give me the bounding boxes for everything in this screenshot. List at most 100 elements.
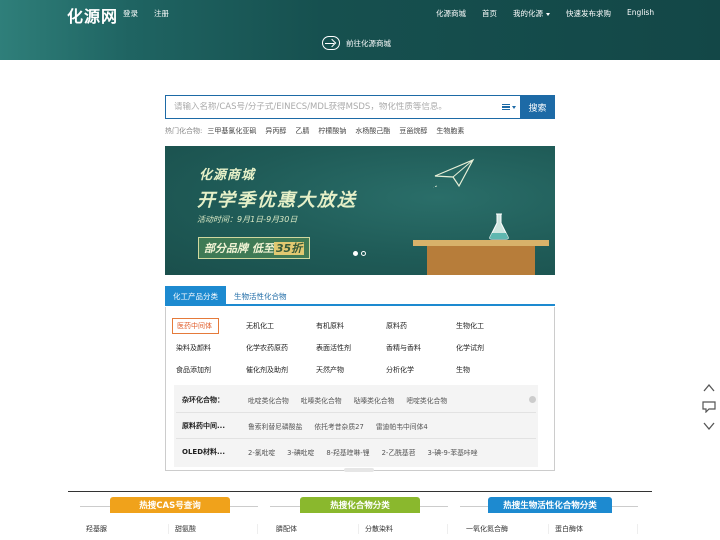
subcategory-link[interactable]: 3-碘吡啶 [287, 447, 314, 457]
category-item[interactable]: 生物化工 [450, 321, 520, 331]
hot-compound-link[interactable]: 水杨酸己酯 [355, 126, 390, 136]
hot-compound-link[interactable]: 豆甾烷醇 [399, 126, 427, 136]
search-button[interactable]: 搜索 [520, 95, 555, 119]
search-bar: 搜索 [165, 95, 555, 119]
subcategory-link[interactable]: 嘧啶类化合物 [406, 395, 447, 405]
category-item[interactable]: 生物 [450, 365, 520, 375]
hot-category-link[interactable]: 分散染料 [359, 524, 448, 534]
hot-bioactive-link[interactable]: 一氧化氮合酶 [460, 524, 549, 534]
feedback-icon[interactable] [702, 401, 716, 413]
hot-compounds: 热门化合物: 三甲基氯化亚砜 异丙醇 乙腈 柠檬酸钠 水杨酸己酯 豆甾烷醇 生物… [165, 126, 464, 136]
category-item[interactable]: 化学农药原药 [240, 343, 310, 353]
banner-tag-prefix: 部分品牌 低至 [204, 242, 274, 255]
subcategory-items: 鲁索利替尼磷酸盐 依托考昔杂质27 雷迪帕韦中间体4 [238, 421, 428, 431]
banner-title: 化源商城 [199, 168, 256, 183]
scroll-top-icon[interactable] [703, 382, 715, 394]
hot-category-row: 膦配体 分散染料 [270, 524, 448, 534]
subcategory-row: 杂环化合物： 吡啶类化合物 吡嗪类化合物 哒嗪类化合物 嘧啶类化合物 [176, 387, 536, 413]
hot-compounds-label: 热门化合物: [165, 127, 203, 135]
category-item[interactable]: 有机原料 [310, 321, 380, 331]
subcategory-link[interactable]: 吡啶类化合物 [248, 395, 289, 405]
category-item[interactable]: 食品添加剂 [170, 365, 240, 375]
login-link[interactable]: 登录 [123, 8, 138, 19]
subcategory-link[interactable]: 2-氯吡啶 [248, 447, 275, 457]
hot-compound-link[interactable]: 乙腈 [295, 126, 309, 136]
hot-compound-link[interactable]: 异丙醇 [265, 126, 286, 136]
search-type-dropdown[interactable] [498, 95, 520, 119]
paper-plane-icon [433, 158, 475, 188]
chevron-down-icon [546, 12, 550, 16]
category-item[interactable]: 医药中间体 [172, 318, 219, 334]
subcategory-title[interactable]: OLED材料... [176, 447, 238, 457]
list-icon [502, 104, 510, 110]
hot-search-section: 热搜CAS号查询 羟基脲 甜氨酸 热搜化合物分类 膦配体 分散染料 热搜生物活性… [68, 491, 652, 540]
hot-bioactive-row: 一氧化氮合酶 蛋白酶体 [460, 524, 638, 534]
hot-category-column: 热搜化合物分类 膦配体 分散染料 [270, 497, 448, 534]
search-input[interactable] [174, 102, 494, 112]
arrow-right-icon [322, 36, 340, 50]
subcategory-link[interactable]: 8-羟基喹啉-锂 [326, 447, 369, 457]
subcategory-items: 吡啶类化合物 吡嗪类化合物 哒嗪类化合物 嘧啶类化合物 [238, 395, 447, 405]
flask-icon [489, 213, 509, 240]
category-row: 染料及颜料 化学农药原药 表面活性剂 香精与香料 化学试剂 [170, 337, 550, 359]
nav-home[interactable]: 首页 [482, 8, 497, 19]
collapse-handle[interactable] [344, 468, 374, 472]
subcategory-title[interactable]: 杂环化合物： [176, 395, 238, 405]
nav-my-account[interactable]: 我的化源 [513, 8, 550, 19]
carousel-dot[interactable] [353, 251, 358, 256]
hot-bioactive-heading: 热搜生物活性化合物分类 [488, 497, 612, 513]
subcategory-list: 杂环化合物： 吡啶类化合物 吡嗪类化合物 哒嗪类化合物 嘧啶类化合物 原料药中间… [176, 387, 536, 465]
category-item[interactable]: 表面活性剂 [310, 343, 380, 353]
promo-banner[interactable]: 化源商城 开学季优惠大放送 活动时间：9月1日-9月30日 部分品牌 低至 35折 [165, 146, 555, 275]
category-item[interactable]: 香精与香料 [380, 343, 450, 353]
tab-bioactive-compounds[interactable]: 生物活性化合物 [226, 286, 295, 306]
go-to-mall-link[interactable]: 前往化源商城 [322, 36, 391, 50]
hot-category-link[interactable]: 膦配体 [270, 524, 359, 534]
category-tabs: 化工产品分类 生物活性化合物 [165, 286, 555, 306]
hot-category-heading: 热搜化合物分类 [300, 497, 420, 513]
site-logo[interactable]: 化源网 [67, 3, 118, 27]
register-link[interactable]: 注册 [154, 8, 169, 19]
expand-icon[interactable] [529, 396, 536, 403]
nav-my-account-label: 我的化源 [513, 9, 543, 18]
category-grid: 医药中间体 无机化工 有机原料 原料药 生物化工 染料及颜料 化学农药原药 表面… [170, 315, 550, 381]
subcategory-link[interactable]: 3-碘-9-苯基咔唑 [428, 447, 478, 457]
category-row: 食品添加剂 催化剂及助剂 天然产物 分析化学 生物 [170, 359, 550, 381]
tab-chemical-products[interactable]: 化工产品分类 [165, 286, 226, 306]
hot-compound-link[interactable]: 柠檬酸钠 [318, 126, 346, 136]
subcategory-link[interactable]: 吡嗪类化合物 [301, 395, 342, 405]
category-item[interactable]: 染料及颜料 [170, 343, 240, 353]
subcategory-link[interactable]: 鲁索利替尼磷酸盐 [248, 421, 302, 431]
hot-cas-link[interactable]: 甜氨酸 [169, 524, 258, 534]
category-panel: 医药中间体 无机化工 有机原料 原料药 生物化工 染料及颜料 化学农药原药 表面… [165, 307, 555, 472]
banner-headline: 开学季优惠大放送 [197, 190, 357, 211]
go-to-mall-label: 前往化源商城 [346, 38, 391, 48]
subcategory-row: 原料药中间... 鲁索利替尼磷酸盐 依托考昔杂质27 雷迪帕韦中间体4 [176, 413, 536, 439]
hot-compound-link[interactable]: 三甲基氯化亚砜 [207, 126, 256, 136]
hot-bioactive-link[interactable]: 蛋白酶体 [549, 524, 638, 534]
hot-compound-link[interactable]: 生物胞素 [436, 126, 464, 136]
category-row: 医药中间体 无机化工 有机原料 原料药 生物化工 [170, 315, 550, 337]
nav-quick-post[interactable]: 快速发布求购 [566, 8, 611, 19]
auth-links: 登录 注册 [123, 8, 169, 19]
scroll-bottom-icon[interactable] [703, 420, 715, 432]
category-item[interactable]: 催化剂及助剂 [240, 365, 310, 375]
top-nav: 化源商城 首页 我的化源 快速发布求购 English [436, 8, 670, 19]
subcategory-link[interactable]: 依托考昔杂质27 [314, 421, 363, 431]
category-item[interactable]: 天然产物 [310, 365, 380, 375]
category-item[interactable]: 无机化工 [240, 321, 310, 331]
subcategory-link[interactable]: 哒嗪类化合物 [354, 395, 395, 405]
subcategory-link[interactable]: 雷迪帕韦中间体4 [376, 421, 428, 431]
category-item[interactable]: 原料药 [380, 321, 450, 331]
subcategory-title[interactable]: 原料药中间... [176, 421, 238, 431]
category-item[interactable]: 化学试剂 [450, 343, 520, 353]
desk-body [427, 246, 535, 275]
category-item[interactable]: 分析化学 [380, 365, 450, 375]
carousel-dot[interactable] [361, 251, 366, 256]
hot-cas-row: 羟基脲 甜氨酸 [80, 524, 258, 534]
hot-cas-link[interactable]: 羟基脲 [80, 524, 169, 534]
subcategory-link[interactable]: 2-乙酰基苕 [382, 447, 416, 457]
subcategory-items: 2-氯吡啶 3-碘吡啶 8-羟基喹啉-锂 2-乙酰基苕 3-碘-9-苯基咔唑 [238, 447, 478, 457]
nav-mall[interactable]: 化源商城 [436, 8, 466, 19]
nav-english[interactable]: English [627, 8, 654, 19]
